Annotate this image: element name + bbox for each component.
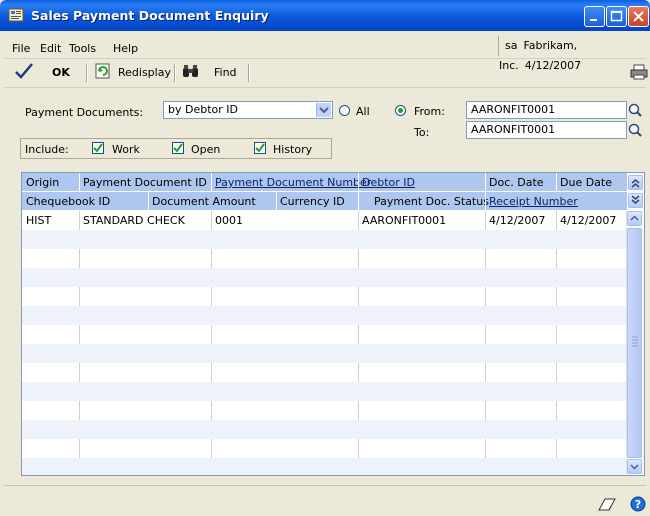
menu-separator bbox=[4, 58, 646, 59]
toolbar-separator bbox=[248, 64, 250, 82]
checkmark-icon bbox=[93, 143, 103, 153]
help-icon[interactable]: ? bbox=[630, 496, 646, 512]
grid-header-row-1: Origin Payment Document ID Payment Docum… bbox=[22, 173, 627, 192]
grip-icon bbox=[632, 336, 638, 347]
open-label: Open bbox=[191, 143, 221, 156]
sort-by-value: by Debtor ID bbox=[168, 103, 238, 116]
history-checkbox[interactable] bbox=[254, 142, 266, 154]
user-id: sa bbox=[505, 39, 518, 52]
redisplay-button[interactable]: Redisplay bbox=[118, 66, 171, 79]
include-label: Include: bbox=[25, 143, 69, 156]
payments-grid: Origin Payment Document ID Payment Docum… bbox=[21, 172, 645, 476]
col-origin[interactable]: Origin bbox=[26, 176, 59, 189]
col-debtor-id[interactable]: Debtor ID bbox=[362, 176, 415, 189]
col-document-amount[interactable]: Document Amount bbox=[152, 195, 256, 208]
note-icon[interactable] bbox=[597, 496, 617, 512]
vertical-scrollbar[interactable] bbox=[626, 211, 644, 475]
table-row[interactable] bbox=[22, 306, 627, 325]
menu-tools[interactable]: Tools bbox=[69, 42, 96, 55]
from-label: From: bbox=[414, 105, 445, 118]
col-payment-doc-status[interactable]: Payment Doc. Status bbox=[374, 195, 489, 208]
table-row[interactable]: HIST STANDARD CHECK 0001 AARONFIT0001 4/… bbox=[22, 211, 627, 230]
history-label: History bbox=[273, 143, 313, 156]
title-bar[interactable]: Sales Payment Document Enquiry bbox=[0, 0, 650, 31]
all-label: All bbox=[356, 105, 370, 118]
app-icon bbox=[8, 8, 24, 22]
window: Sales Payment Document Enquiry File Edit… bbox=[0, 0, 650, 516]
find-button[interactable]: Find bbox=[214, 66, 237, 79]
chevron-down-icon bbox=[630, 464, 639, 470]
from-lookup-icon[interactable] bbox=[627, 102, 643, 118]
to-debtor-field[interactable]: AARONFIT0001 bbox=[466, 121, 627, 139]
from-debtor-value: AARONFIT0001 bbox=[471, 103, 556, 116]
scroll-thumb[interactable] bbox=[627, 228, 642, 458]
binoculars-icon bbox=[183, 65, 198, 77]
col-payment-document-number[interactable]: Payment Document Number bbox=[215, 176, 371, 189]
menu-file[interactable]: File bbox=[12, 42, 30, 55]
table-row[interactable] bbox=[22, 268, 627, 287]
toolbar-separator bbox=[174, 64, 176, 82]
toolbar-separator bbox=[86, 64, 88, 82]
bottom-separator bbox=[4, 485, 646, 486]
window-title: Sales Payment Document Enquiry bbox=[31, 8, 269, 23]
to-lookup-icon[interactable] bbox=[627, 122, 643, 138]
redisplay-icon bbox=[95, 63, 110, 79]
cell-origin: HIST bbox=[26, 214, 52, 227]
scroll-up-button[interactable] bbox=[627, 211, 642, 226]
work-checkbox[interactable] bbox=[92, 142, 104, 154]
payment-documents-label: Payment Documents: bbox=[25, 106, 144, 119]
table-row[interactable] bbox=[22, 420, 627, 439]
menu-help[interactable]: Help bbox=[113, 42, 138, 55]
table-row[interactable] bbox=[22, 230, 627, 249]
company-context: sa Fabrikam, Inc. 4/12/2007 bbox=[498, 36, 647, 72]
col-receipt-number[interactable]: Receipt Number bbox=[489, 195, 578, 208]
col-due-date[interactable]: Due Date bbox=[560, 176, 612, 189]
ok-button[interactable]: OK bbox=[52, 66, 70, 79]
dropdown-button[interactable] bbox=[316, 103, 331, 117]
checkmark-icon bbox=[173, 143, 183, 153]
to-label: To: bbox=[414, 126, 430, 139]
table-row[interactable] bbox=[22, 382, 627, 401]
from-radio[interactable] bbox=[395, 105, 406, 116]
work-label: Work bbox=[112, 143, 140, 156]
maximize-button[interactable] bbox=[606, 6, 627, 27]
printer-icon[interactable] bbox=[630, 64, 648, 80]
sort-by-dropdown[interactable]: by Debtor ID bbox=[163, 101, 333, 119]
col-doc-date[interactable]: Doc. Date bbox=[489, 176, 544, 189]
collapse-rows-button[interactable] bbox=[628, 175, 643, 190]
toolbar: OK Redisplay Find bbox=[6, 60, 650, 86]
cell-payment-document-number: 0001 bbox=[215, 214, 243, 227]
minimize-icon bbox=[590, 19, 597, 21]
cell-debtor-id: AARONFIT0001 bbox=[362, 214, 447, 227]
minimize-button[interactable] bbox=[584, 6, 605, 27]
chevron-up-icon bbox=[630, 215, 639, 221]
table-row[interactable] bbox=[22, 458, 627, 475]
menu-edit[interactable]: Edit bbox=[40, 42, 61, 55]
col-payment-document-id[interactable]: Payment Document ID bbox=[83, 176, 207, 189]
table-row[interactable] bbox=[22, 344, 627, 363]
chevron-down-icon bbox=[319, 107, 329, 114]
toolbar-separator-line bbox=[4, 87, 646, 88]
col-chequebook-id[interactable]: Chequebook ID bbox=[26, 195, 110, 208]
cell-payment-document-id: STANDARD CHECK bbox=[83, 214, 185, 227]
checkmark-icon bbox=[15, 63, 33, 79]
checkmark-icon bbox=[255, 143, 265, 153]
chevron-up-double-icon bbox=[631, 179, 640, 188]
open-checkbox[interactable] bbox=[172, 142, 184, 154]
from-debtor-field[interactable]: AARONFIT0001 bbox=[466, 101, 627, 119]
expand-rows-button[interactable] bbox=[628, 193, 643, 208]
to-debtor-value: AARONFIT0001 bbox=[471, 123, 556, 136]
close-icon bbox=[633, 11, 644, 22]
cell-due-date: 4/12/2007 bbox=[560, 214, 617, 227]
close-button[interactable] bbox=[628, 6, 649, 27]
svg-text:?: ? bbox=[635, 498, 641, 511]
all-radio[interactable] bbox=[339, 105, 350, 116]
chevron-down-double-icon bbox=[631, 195, 640, 204]
maximize-icon bbox=[610, 10, 623, 22]
cell-doc-date: 4/12/2007 bbox=[489, 214, 546, 227]
radio-selected-dot bbox=[398, 108, 403, 113]
grid-header-row-2: Chequebook ID Document Amount Currency I… bbox=[22, 192, 627, 211]
col-currency-id[interactable]: Currency ID bbox=[280, 195, 345, 208]
scroll-down-button[interactable] bbox=[627, 459, 642, 474]
